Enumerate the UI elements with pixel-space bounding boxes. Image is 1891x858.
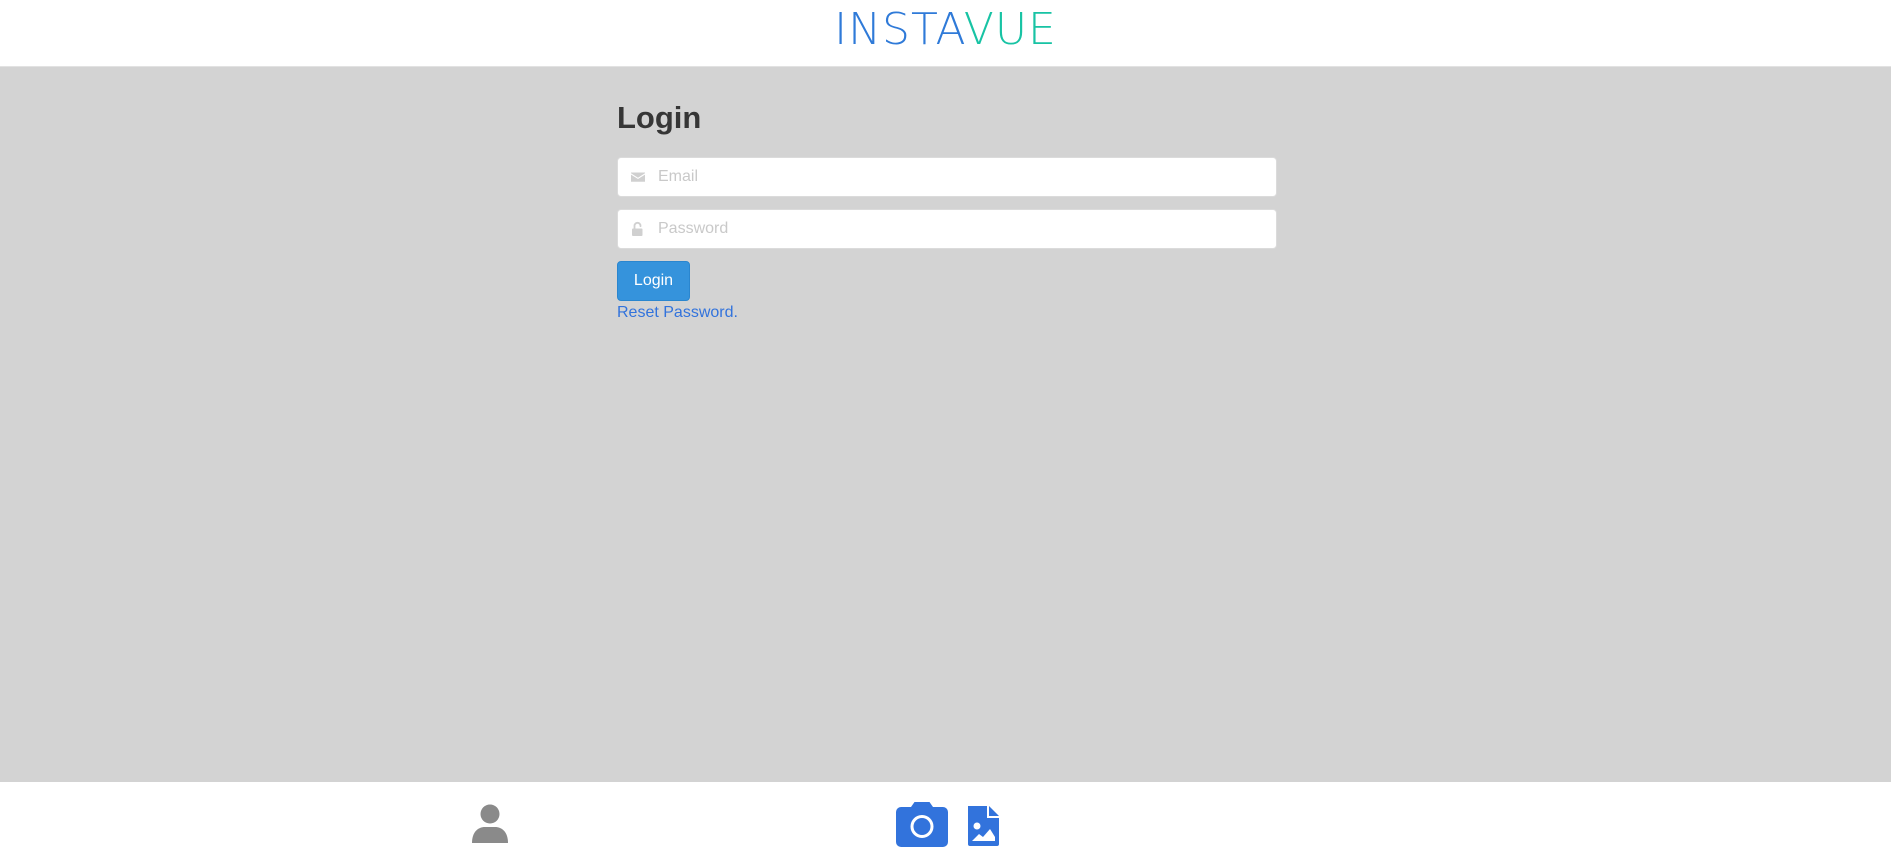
- logo-part-insta: INSTA: [834, 4, 964, 55]
- nav-camera-button[interactable]: [895, 800, 949, 848]
- user-icon: [472, 804, 508, 843]
- unlock-icon: [632, 221, 643, 236]
- file-image-icon: [968, 806, 999, 846]
- app-logo[interactable]: INSTAVUE: [0, 4, 1891, 56]
- page-title: Login: [617, 100, 702, 135]
- envelope-icon: [631, 172, 645, 182]
- nav-profile-button[interactable]: [470, 802, 510, 846]
- password-field[interactable]: [617, 209, 1277, 249]
- main-content: Login Login Reset Password.: [0, 67, 1891, 782]
- email-input[interactable]: [658, 158, 1258, 196]
- email-field[interactable]: [617, 157, 1277, 197]
- password-input[interactable]: [658, 210, 1258, 248]
- bottom-nav: [0, 782, 1891, 858]
- login-button[interactable]: Login: [617, 261, 690, 301]
- camera-icon: [896, 802, 948, 847]
- logo-part-vue: VUE: [963, 4, 1057, 55]
- nav-upload-button[interactable]: [965, 805, 1001, 847]
- top-bar: INSTAVUE: [0, 0, 1891, 67]
- reset-password-link[interactable]: Reset Password.: [617, 303, 738, 323]
